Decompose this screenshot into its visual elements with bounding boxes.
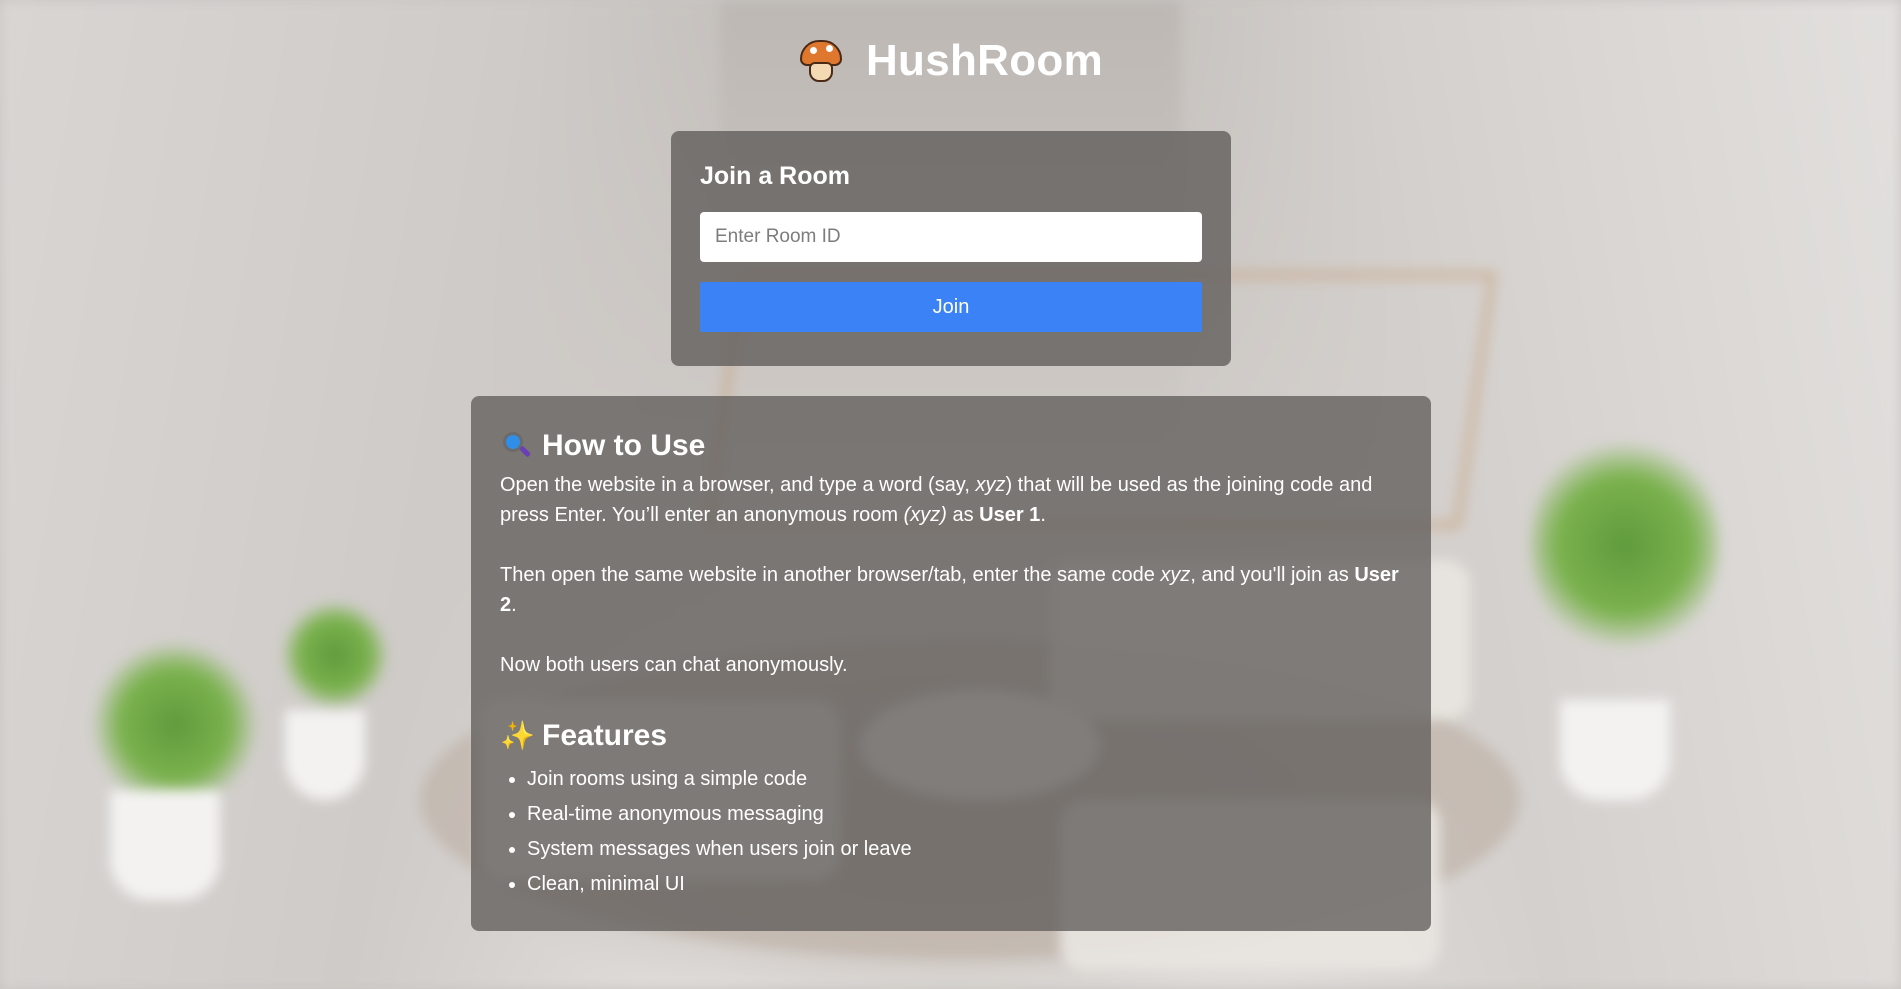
list-item: Clean, minimal UI (527, 867, 1402, 902)
mushroom-icon (798, 38, 844, 84)
info-card: How to Use Open the website in a browser… (471, 396, 1431, 931)
room-id-input[interactable] (700, 212, 1202, 262)
join-room-card: Join a Room Join (671, 131, 1231, 366)
app-title: HushRoom (865, 36, 1104, 85)
features-heading: ✨ Features (500, 716, 1402, 756)
join-room-title: Join a Room (700, 162, 851, 190)
how-to-use-heading: How to Use (500, 426, 1402, 466)
list-item: Real-time anonymous messaging (527, 797, 1402, 832)
sparkles-icon: ✨ (500, 720, 535, 751)
list-item: Join rooms using a simple code (527, 762, 1402, 797)
features-list: Join rooms using a simple code Real-time… (500, 762, 1402, 902)
instructions-paragraph-3: Now both users can chat anonymously. (500, 654, 848, 676)
instructions-paragraph-2: Then open the same website in another br… (500, 564, 1399, 616)
list-item: System messages when users join or leave (527, 832, 1402, 867)
instructions-paragraph-1: Open the website in a browser, and type … (500, 474, 1373, 526)
magnifier-icon (500, 430, 532, 462)
how-to-use-title: How to Use (542, 429, 706, 462)
app-header: HushRoom (0, 36, 1901, 86)
features-title: Features (542, 719, 668, 752)
join-button[interactable]: Join (700, 282, 1202, 332)
